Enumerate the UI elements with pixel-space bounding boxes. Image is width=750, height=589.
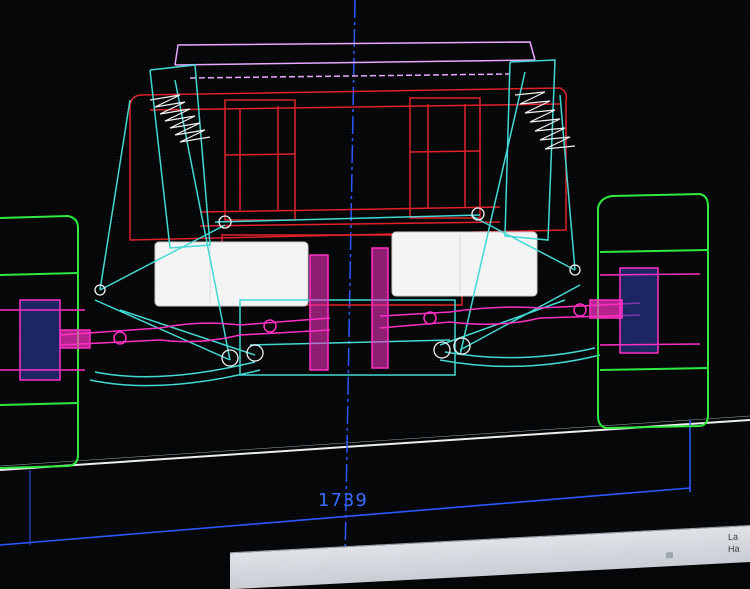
coil-springs [149,91,576,150]
status-side-text: La Ha [728,531,740,555]
dimension-value: 1739 [318,490,368,511]
left-hub [0,299,91,381]
ground-line-thin [0,415,750,467]
center-axis-line [344,0,356,561]
cad-drawing-canvas[interactable] [0,0,750,562]
panel-toggle-button[interactable] [666,552,673,559]
top-frame [174,41,536,79]
right-hub [589,267,701,354]
cad-viewport[interactable]: 1739 [0,0,750,562]
suspension-linkage [89,59,601,387]
